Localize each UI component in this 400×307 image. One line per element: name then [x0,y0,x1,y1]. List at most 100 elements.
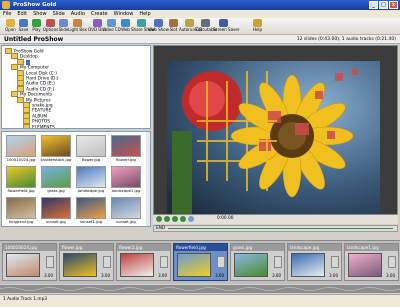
transition-icon[interactable] [160,256,168,268]
thumbnail-image [41,197,71,219]
file-thumbnail[interactable]: 100010024.jpg [5,135,37,165]
toolbar-executable-button[interactable]: Executable [195,19,217,34]
menu-show[interactable]: Show [30,10,50,18]
slide-title: grass.jpg [231,244,284,251]
toolbar: Open Save Play Options Slide Light Box DVD Dis… [0,18,400,35]
lightbox-icon [73,19,82,27]
menu-file[interactable]: File [0,10,14,18]
web-show-icon [154,19,163,27]
transition-icon[interactable] [46,256,54,268]
status-bar: 1 Audio Track 1.mp3 [0,294,400,307]
maximize-button[interactable]: □ [379,1,388,9]
slide-title: flowerfield.jpg [174,244,227,251]
thumbnail-image [6,197,36,219]
slide-image [348,253,382,277]
play-icon [32,19,41,27]
folder-icon [23,123,30,128]
thumbnail-image [6,166,36,188]
slide-duration: 3.00 [44,273,53,278]
thumbnail-label: grass.jpg [47,188,65,193]
slide-card[interactable]: landscape1.jpg 3.00 [344,243,399,281]
thumbnail-label: shutterstock.jpg [40,157,72,162]
slide-duration: 3.00 [329,273,338,278]
menu-edit[interactable]: Edit [14,10,30,18]
slide-duration: 3.00 [272,273,281,278]
file-thumbnail[interactable]: shutterstock.jpg [40,135,72,165]
timeline-progress [168,228,393,229]
fullscreen-button[interactable] [188,216,194,222]
help-icon [253,19,262,27]
thumbnail-label: flowerfield.jpg [7,188,35,193]
slide-image [177,253,211,277]
slide-title: landscape1.jpg [345,244,398,251]
thumbnail-image [41,166,71,188]
transition-icon[interactable] [274,256,282,268]
thumbnail-label: flower.jpg [81,157,101,162]
file-thumbnail[interactable]: flower.jpg [75,135,107,165]
transition-icon[interactable] [217,256,225,268]
menu-bar: File Edit Show Slide Audio Create Window Help [0,10,400,18]
show-title: Untitled ProShow [4,36,64,43]
show-info: 12 slides (0:43.00), 1 audio tracks (0:2… [296,37,396,42]
menu-window[interactable]: Window [111,10,137,18]
thumbnail-image [76,166,106,188]
menu-create[interactable]: Create [88,10,111,18]
stop-button[interactable] [172,216,178,222]
fast-forward-button[interactable] [180,216,186,222]
show-bar: Untitled ProShow 12 slides (0:43.00), 1 … [0,35,400,44]
window-title: ProShow Gold [13,2,57,8]
transition-icon[interactable] [331,256,339,268]
toolbar-help-button[interactable]: Help [250,19,265,34]
play-button[interactable] [164,216,170,222]
transition-icon[interactable] [388,256,396,268]
rewind-button[interactable] [156,216,162,222]
thumbnail-image [41,135,71,157]
slide-card[interactable]: 100010024.jpg 3.00 [2,243,57,281]
thumbnail-image [6,135,36,157]
file-thumbnail[interactable]: sunset.jpg [110,197,142,226]
menu-slide[interactable]: Slide [50,10,68,18]
menu-audio[interactable]: Audio [68,10,88,18]
options-icon [46,19,55,27]
toolbar-label: Screen Saver [213,27,240,32]
slide-card[interactable]: flower2.jpg 3.00 [116,243,171,281]
toolbar-lightbox-button[interactable]: Light Box [68,19,87,34]
title-bar: ProShow Gold _ □ x [0,0,400,10]
sunflower-transition-image [167,61,380,214]
minimize-button[interactable]: _ [369,1,378,9]
slide-image [291,253,325,277]
executable-icon [201,19,210,27]
menu-help[interactable]: Help [136,10,153,18]
web-icon [121,19,130,27]
thumbnail-label: sunset1.jpg [79,219,103,224]
slide-card[interactable]: flower.jpg 3.00 [59,243,114,281]
slide-image [234,253,268,277]
file-thumbnail[interactable]: flowerr.jpg [110,135,142,165]
file-thumbnail[interactable]: landscape.jpg [75,166,107,196]
file-thumbnail[interactable]: sunset1.jpg [75,197,107,226]
file-thumbnail[interactable]: kingpenz.jpg [5,197,37,226]
thumbnail-scrollbar[interactable] [146,132,150,226]
transition-icon[interactable] [103,256,111,268]
file-thumbnail[interactable]: landscape1.jpg [110,166,142,196]
thumbnail-label: sunset.jpg [116,219,136,224]
thumbnail-label: kingpenz.jpg [8,219,34,224]
folder-tree-item[interactable]: ELEMENTS [23,123,55,129]
timeline-track[interactable]: END [153,225,398,232]
slide-duration: 3.00 [386,273,395,278]
toolbar-label: Help [252,27,263,32]
close-button[interactable]: x [389,1,398,9]
slide-image [63,253,97,277]
slide-card[interactable]: grass.jpg 3.00 [230,243,285,281]
file-thumbnail[interactable]: grass.jpg [40,166,72,196]
folder-tree[interactable]: ProShow Gold Desktop... My Computer Local D… [1,45,151,129]
thumbnail-image [76,135,106,157]
toolbar-screen-saver-button[interactable]: Screen Saver [213,19,240,34]
audio-track[interactable] [0,285,400,293]
file-thumbnail[interactable]: flowerfield.jpg [5,166,37,196]
slide-card[interactable]: landscape.jpg 3.00 [287,243,342,281]
folder-label: ELEMENTS [32,125,55,129]
file-thumbnail[interactable]: sunset.jpg [40,197,72,226]
slide-card[interactable]: flowerfield.jpg 3.00 [173,243,228,281]
toolbar-share-button[interactable]: Share Show [131,19,155,34]
